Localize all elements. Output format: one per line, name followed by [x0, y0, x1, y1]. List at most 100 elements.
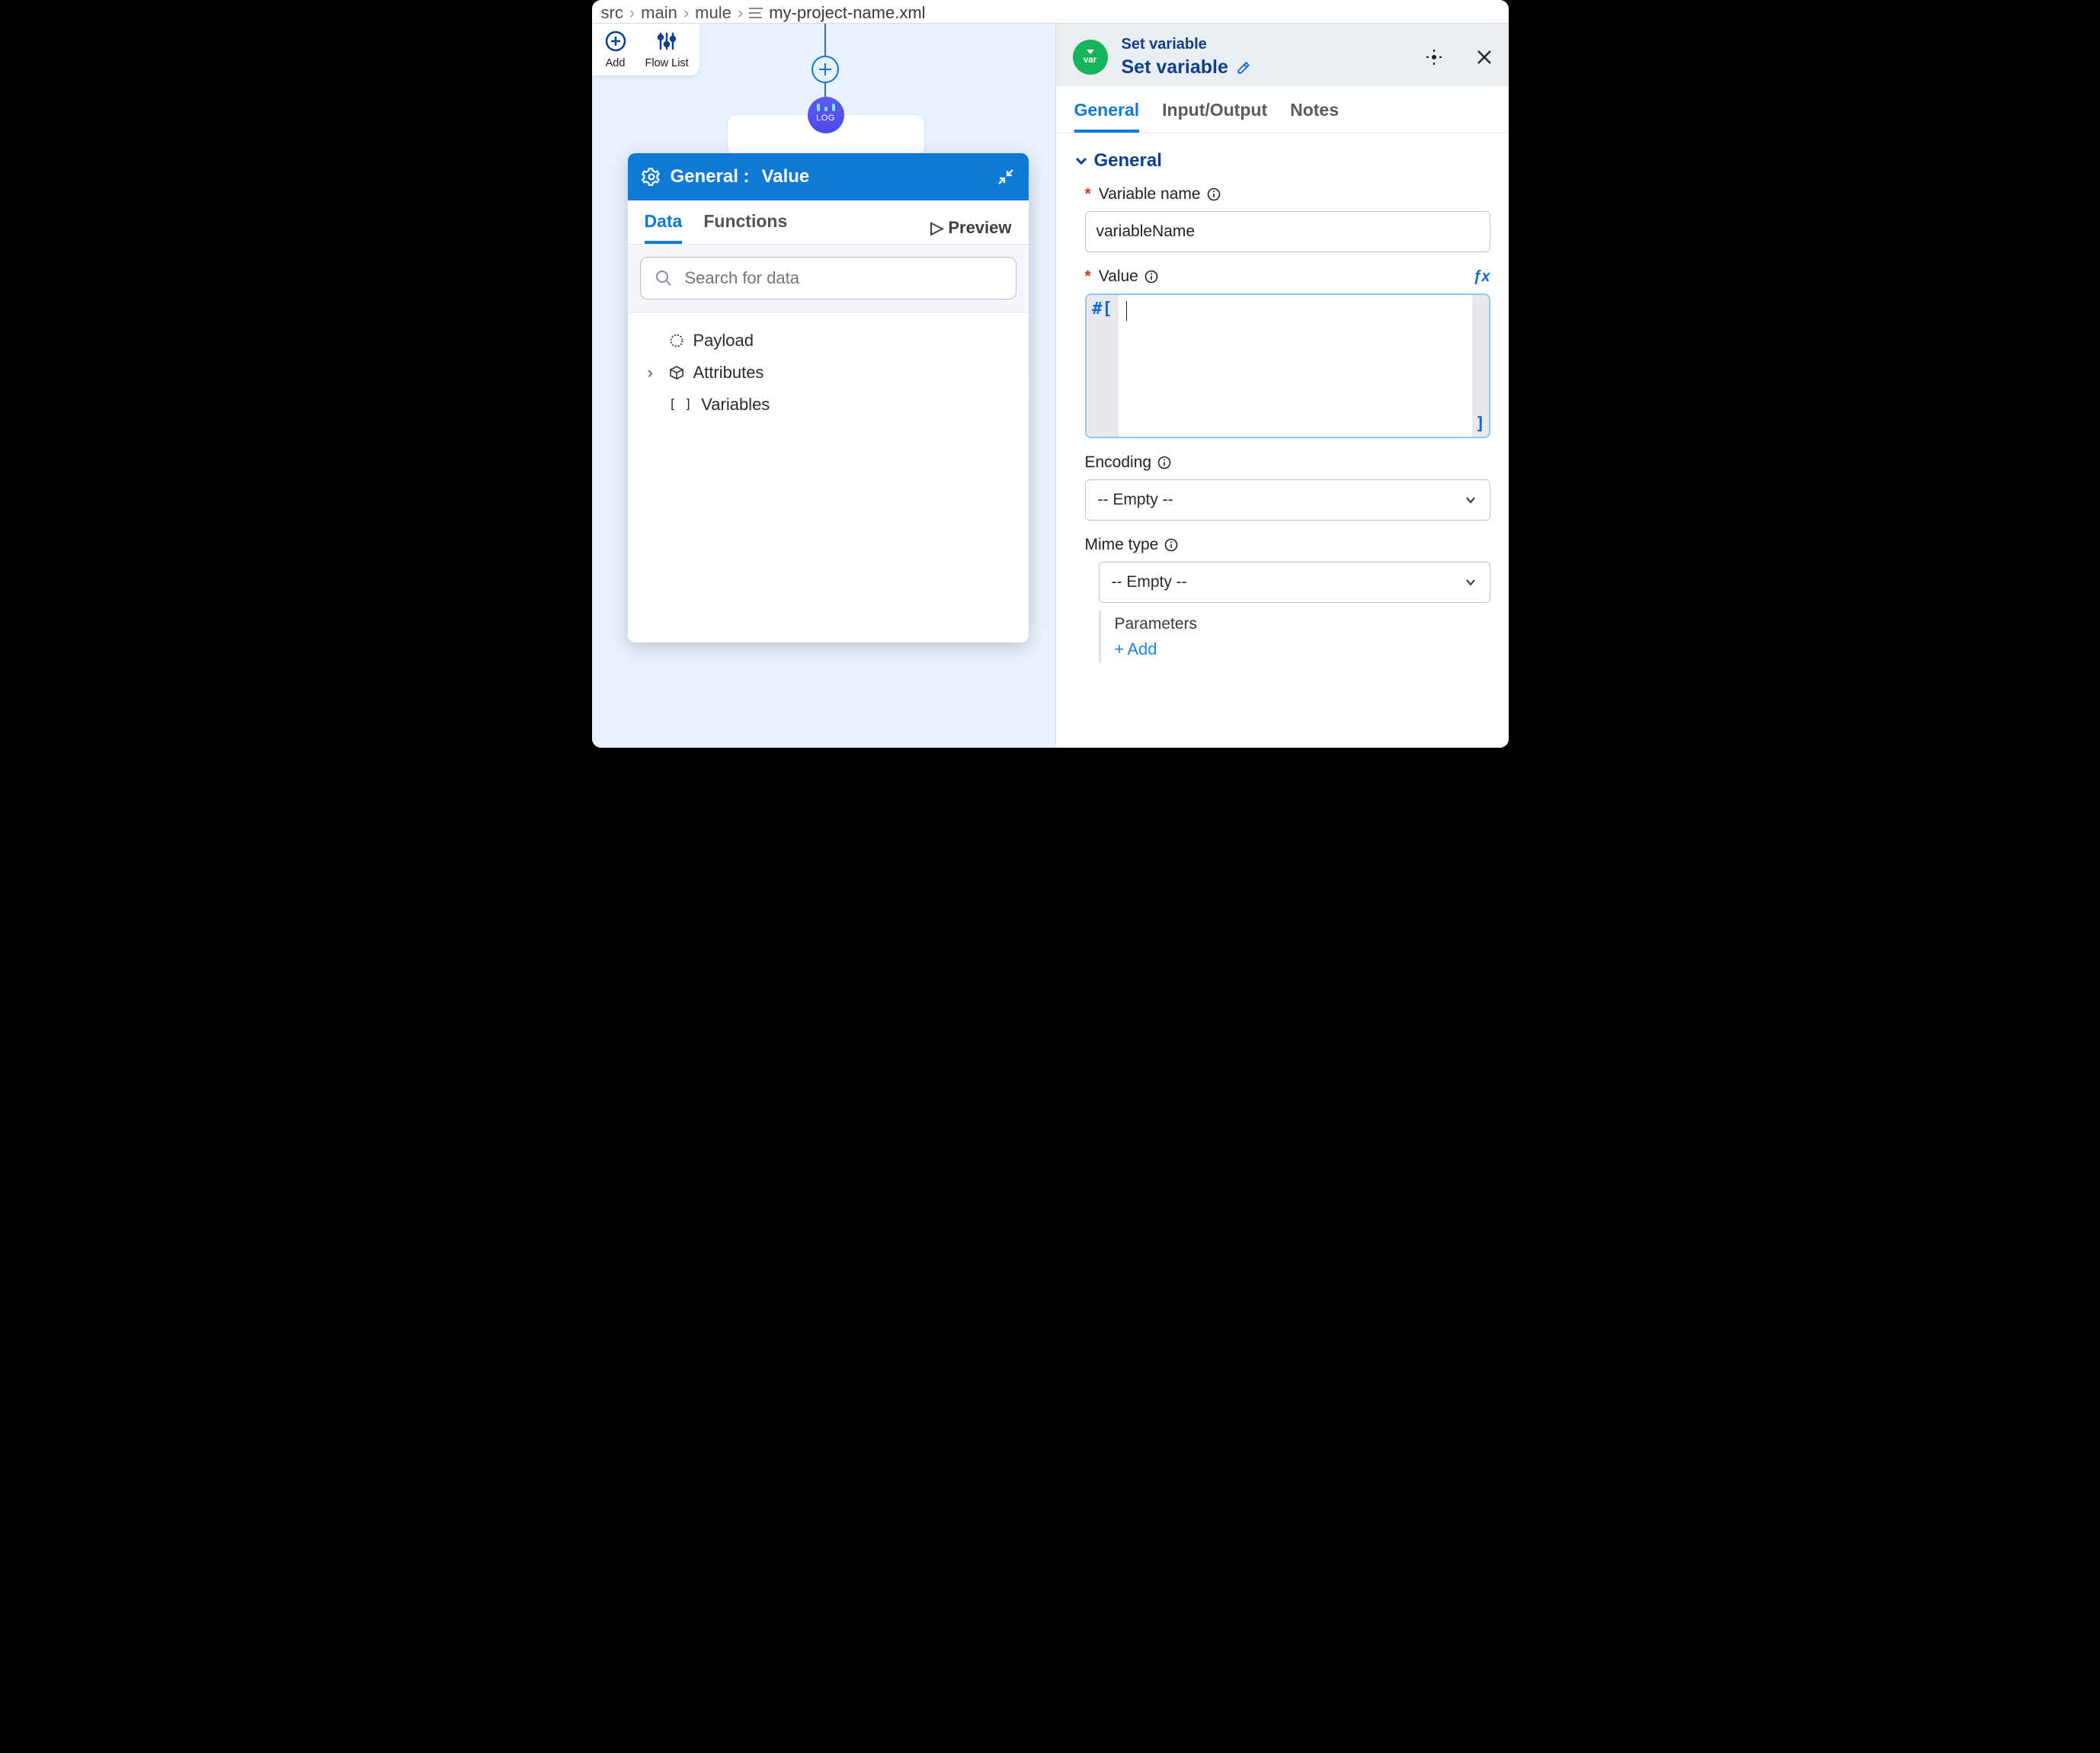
- variable-name-label: * Variable name: [1085, 185, 1490, 204]
- plus-icon: +: [1115, 639, 1125, 659]
- file-icon: [749, 8, 763, 18]
- breadcrumb-item[interactable]: mule: [695, 3, 731, 23]
- component-type-label: Set variable: [1122, 36, 1251, 53]
- search-field[interactable]: [683, 268, 1002, 289]
- variable-name-input[interactable]: [1085, 211, 1490, 252]
- value-expression-input[interactable]: #[ ]: [1085, 293, 1490, 438]
- tree-item-attributes[interactable]: › Attributes: [642, 357, 1015, 389]
- chevron-right-icon: ›: [648, 363, 660, 383]
- value-label: * Value ƒx: [1085, 268, 1490, 286]
- info-icon[interactable]: [1207, 187, 1221, 201]
- chevron-down-icon: [1464, 493, 1477, 507]
- required-marker: *: [1085, 268, 1091, 286]
- encoding-value: -- Empty --: [1098, 491, 1173, 509]
- encoding-select[interactable]: -- Empty --: [1085, 479, 1490, 521]
- add-button[interactable]: Add: [603, 28, 629, 69]
- preview-button[interactable]: ▷ Preview: [930, 218, 1011, 238]
- flow-list-button[interactable]: Flow List: [645, 28, 689, 69]
- search-row: [628, 245, 1029, 312]
- expression-open-bracket: #[: [1087, 295, 1119, 437]
- popover-title-field: Value: [762, 166, 810, 187]
- flow-node[interactable]: LOG: [728, 115, 924, 156]
- circle-dashed-icon: [669, 333, 684, 348]
- encoding-label: Encoding: [1085, 453, 1490, 472]
- properties-panel: var Set variable Set variable: [1055, 23, 1509, 748]
- tab-general[interactable]: General: [1074, 91, 1140, 133]
- edit-name-icon[interactable]: [1236, 60, 1251, 75]
- chevron-right-icon: ›: [738, 3, 743, 23]
- play-outline-icon: ▷: [930, 218, 943, 238]
- preview-label: Preview: [948, 218, 1011, 238]
- breadcrumb: src › main › mule › my-project-name.xml: [592, 0, 1509, 23]
- mime-value: -- Empty --: [1112, 573, 1187, 591]
- component-name-text: Set variable: [1122, 56, 1228, 79]
- parameters-label: Parameters: [1115, 615, 1490, 633]
- plus-circle-icon: [603, 28, 629, 54]
- tree-item-label: Variables: [701, 395, 770, 415]
- section-general[interactable]: General: [1074, 150, 1490, 171]
- sliders-icon: [654, 28, 680, 54]
- chevron-right-icon: ›: [683, 3, 689, 23]
- main-area: Add Flow List: [592, 23, 1509, 748]
- component-badge-icon: var: [1073, 40, 1108, 75]
- mime-select[interactable]: -- Empty --: [1099, 562, 1490, 603]
- chevron-down-icon: [1464, 575, 1477, 589]
- app-window: src › main › mule › my-project-name.xml …: [592, 0, 1509, 748]
- add-button-label: Add: [606, 57, 626, 69]
- value-popover: General : Value Data Functions ▷ Preview: [628, 153, 1029, 643]
- search-input[interactable]: [640, 257, 1016, 300]
- chevron-down-icon: [1074, 154, 1088, 168]
- locate-icon[interactable]: [1423, 46, 1445, 68]
- tree-item-payload[interactable]: Payload: [642, 325, 1015, 357]
- tab-notes[interactable]: Notes: [1290, 91, 1339, 133]
- data-tree: Payload › Attributes [ ] Variables: [628, 312, 1029, 433]
- gear-icon: [642, 167, 661, 187]
- popover-header: General : Value: [628, 153, 1029, 200]
- tree-item-label: Attributes: [693, 363, 764, 383]
- field-value: * Value ƒx #[ ]: [1074, 268, 1490, 438]
- field-encoding: Encoding -- Empty --: [1074, 453, 1490, 521]
- mime-label: Mime type: [1085, 536, 1490, 554]
- fx-toggle-icon[interactable]: ƒx: [1473, 268, 1490, 286]
- panel-tabs: General Input/Output Notes: [1056, 86, 1509, 133]
- field-mime-type: Mime type -- Empty -- Parameters: [1074, 536, 1490, 662]
- tab-data[interactable]: Data: [645, 211, 683, 244]
- search-icon: [655, 269, 673, 287]
- canvas[interactable]: Add Flow List: [592, 23, 1055, 748]
- expression-close-bracket: ]: [1472, 295, 1489, 437]
- logger-node-icon: LOG: [808, 97, 844, 133]
- info-icon[interactable]: [1157, 456, 1171, 469]
- panel-header: var Set variable Set variable: [1056, 24, 1509, 86]
- panel-body: General * Variable name: [1056, 133, 1509, 748]
- value-label-text: Value: [1099, 268, 1138, 286]
- field-variable-name: * Variable name: [1074, 185, 1490, 252]
- insert-node-button[interactable]: [812, 56, 839, 83]
- popover-title-prefix: General :: [671, 166, 750, 187]
- variable-name-label-text: Variable name: [1099, 185, 1201, 204]
- popover-tabs: Data Functions ▷ Preview: [628, 200, 1029, 245]
- component-name: Set variable: [1122, 56, 1251, 79]
- logger-node-label: LOG: [816, 114, 835, 123]
- close-icon[interactable]: [1474, 46, 1495, 68]
- collapse-icon[interactable]: [998, 169, 1013, 184]
- required-marker: *: [1085, 185, 1091, 204]
- tree-item-variables[interactable]: [ ] Variables: [642, 389, 1015, 421]
- tab-functions[interactable]: Functions: [703, 211, 787, 244]
- mime-label-text: Mime type: [1085, 536, 1159, 554]
- info-icon[interactable]: [1164, 538, 1178, 552]
- canvas-toolbar: Add Flow List: [592, 24, 699, 75]
- tab-input-output[interactable]: Input/Output: [1162, 91, 1267, 133]
- info-icon[interactable]: [1144, 270, 1158, 284]
- section-title-text: General: [1094, 150, 1162, 171]
- text-cursor: [1126, 301, 1128, 321]
- add-parameter-button[interactable]: + Add: [1115, 639, 1157, 659]
- flow-list-button-label: Flow List: [645, 57, 689, 69]
- component-badge-label: var: [1084, 56, 1096, 65]
- breadcrumb-item[interactable]: main: [641, 3, 677, 23]
- breadcrumb-item[interactable]: src: [601, 3, 623, 23]
- brackets-icon: [ ]: [669, 397, 693, 412]
- breadcrumb-file[interactable]: my-project-name.xml: [769, 3, 925, 23]
- add-parameter-label: Add: [1127, 639, 1157, 659]
- parameters-block: Parameters + Add: [1099, 611, 1490, 662]
- chevron-right-icon: ›: [629, 3, 635, 23]
